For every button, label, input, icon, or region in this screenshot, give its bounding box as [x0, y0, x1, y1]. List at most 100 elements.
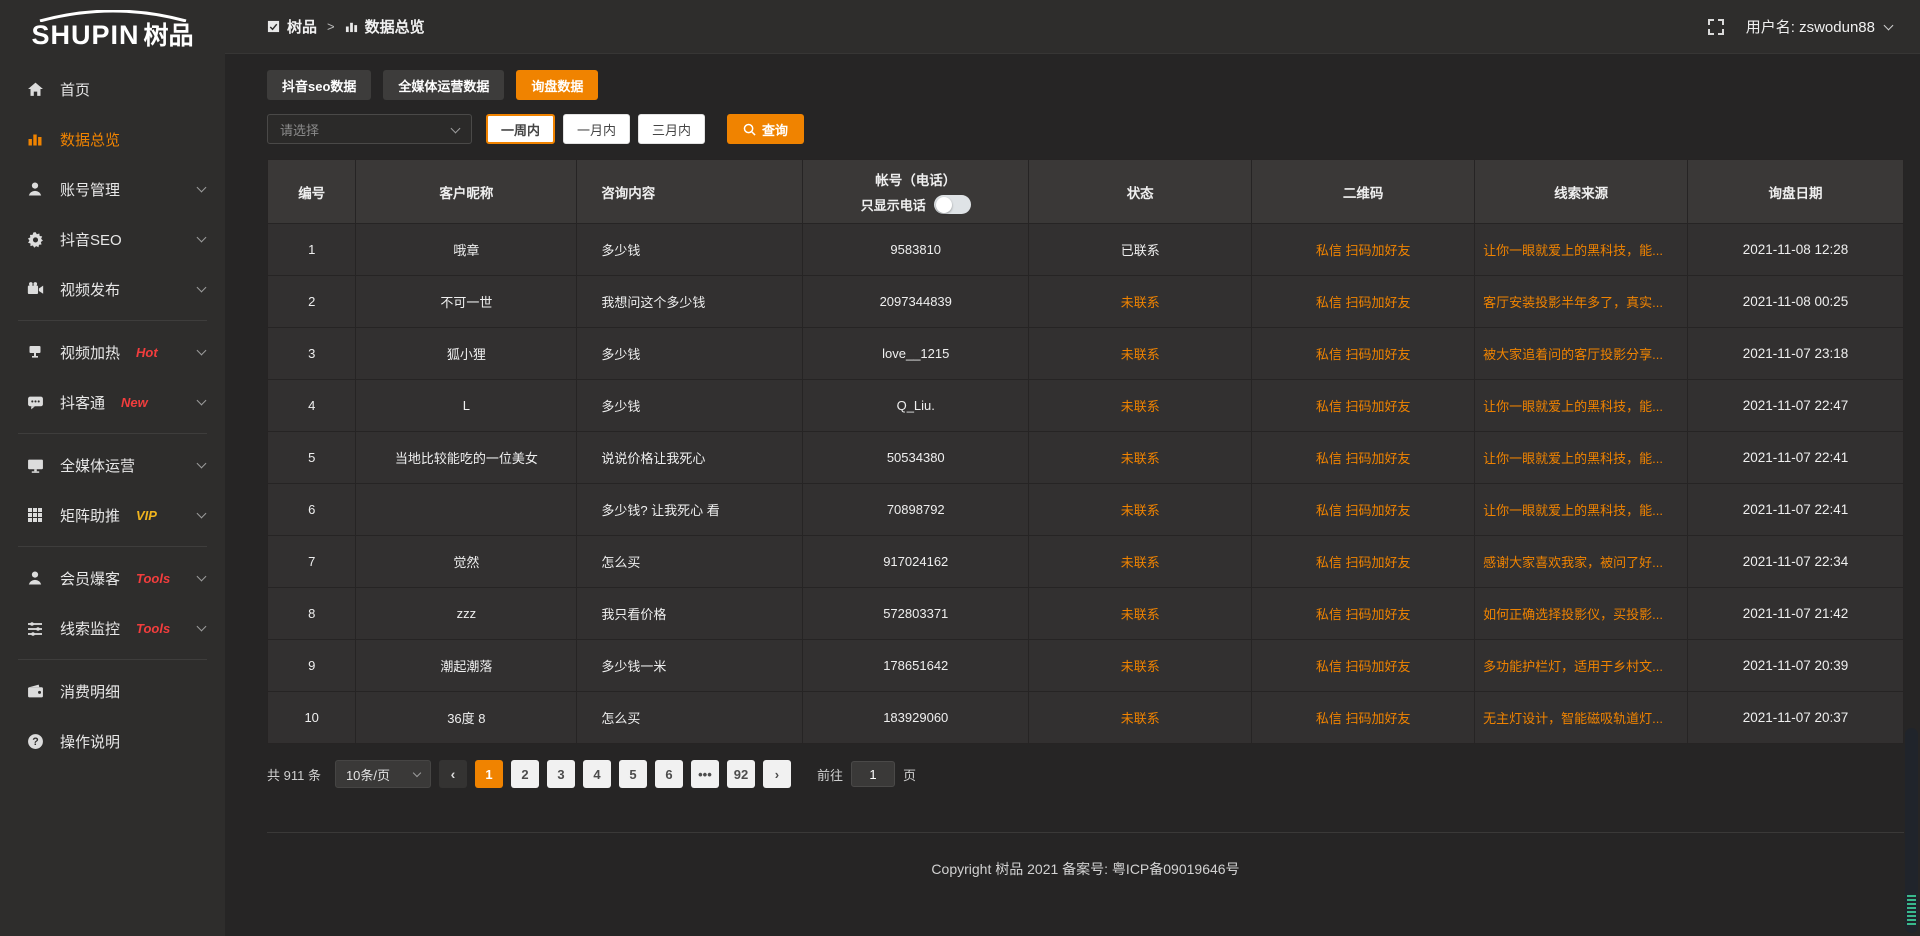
goto-page-input[interactable]	[851, 761, 895, 787]
chevron-down-icon	[413, 769, 421, 777]
page-ellipsis-button[interactable]: •••	[691, 760, 719, 788]
source-link[interactable]: 被大家追着问的客厅投影分享...	[1475, 328, 1688, 380]
cell-account: 2097344839	[803, 276, 1029, 328]
sidebar-item-spend-details[interactable]: 消费明细	[0, 666, 225, 716]
page-button-5[interactable]: 5	[619, 760, 647, 788]
cell-no: 3	[268, 328, 356, 380]
page-button-2[interactable]: 2	[511, 760, 539, 788]
data-tabs: 抖音seo数据 全媒体运营数据 询盘数据	[267, 70, 1904, 100]
chevron-down-icon	[197, 571, 207, 581]
page-size-select[interactable]: 10条/页	[335, 760, 431, 788]
sidebar-item-lead-monitor[interactable]: 线索监控 Tools	[0, 603, 225, 653]
source-link[interactable]: 无主灯设计，智能磁吸轨道灯...	[1475, 692, 1688, 744]
qr-links[interactable]: 私信 扫码加好友	[1252, 484, 1475, 536]
qr-links[interactable]: 私信 扫码加好友	[1252, 276, 1475, 328]
table-row: 5 当地比较能吃的一位美女 说说价格让我死心 50534380 未联系 私信 扫…	[268, 432, 1904, 484]
phone-only-toggle[interactable]	[934, 195, 971, 214]
source-link[interactable]: 让你一眼就爱上的黑科技，能...	[1475, 380, 1688, 432]
qr-links[interactable]: 私信 扫码加好友	[1252, 328, 1475, 380]
goto-label: 前往	[817, 765, 843, 784]
qr-links[interactable]: 私信 扫码加好友	[1252, 692, 1475, 744]
prev-page-button[interactable]: ‹	[439, 760, 467, 788]
sidebar-item-doukeTong[interactable]: 抖客通 New	[0, 377, 225, 427]
sidebar-divider	[18, 320, 207, 321]
page-scrollbar[interactable]	[1905, 728, 1918, 933]
hot-badge: Hot	[136, 345, 158, 360]
cell-nickname: 不可一世	[356, 276, 577, 328]
sidebar-item-data-overview[interactable]: 数据总览	[0, 114, 225, 164]
tab-omnimedia-data[interactable]: 全媒体运营数据	[383, 70, 504, 100]
cell-date: 2021-11-08 00:25	[1688, 276, 1904, 328]
qr-links[interactable]: 私信 扫码加好友	[1252, 640, 1475, 692]
filter-bar: 请选择 一周内 一月内 三月内 查询	[267, 114, 1904, 144]
sidebar-item-home[interactable]: 首页	[0, 64, 225, 114]
qr-links[interactable]: 私信 扫码加好友	[1252, 432, 1475, 484]
breadcrumb: 树品 > 数据总览	[267, 16, 425, 37]
range-one-week-button[interactable]: 一周内	[486, 114, 555, 144]
range-one-month-button[interactable]: 一月内	[563, 114, 630, 144]
breadcrumb-root[interactable]: 树品	[287, 16, 317, 37]
col-header-content: 咨询内容	[577, 160, 803, 224]
sidebar-item-douyin-seo[interactable]: 抖音SEO	[0, 214, 225, 264]
source-link[interactable]: 让你一眼就爱上的黑科技，能...	[1475, 224, 1688, 276]
sidebar-item-label: 账号管理	[60, 179, 120, 200]
qr-links[interactable]: 私信 扫码加好友	[1252, 224, 1475, 276]
tools-badge: Tools	[136, 571, 170, 586]
chevron-down-icon	[197, 621, 207, 631]
page-jump: 前往 页	[817, 761, 916, 787]
vip-badge: VIP	[136, 508, 157, 523]
bar-chart-icon	[26, 130, 44, 148]
tab-douyin-seo-data[interactable]: 抖音seo数据	[267, 70, 371, 100]
sidebar-item-matrix-boost[interactable]: 矩阵助推 VIP	[0, 490, 225, 540]
scrollbar-thumb[interactable]	[1907, 895, 1916, 927]
sidebar-item-video-publish[interactable]: 视频发布	[0, 264, 225, 314]
wallet-icon	[26, 682, 44, 700]
tools-badge: Tools	[136, 621, 170, 636]
copyright-text: Copyright 树品 2021 备案号: 粤ICP备09019646号	[931, 859, 1239, 910]
qr-links[interactable]: 私信 扫码加好友	[1252, 588, 1475, 640]
content-area: 抖音seo数据 全媒体运营数据 询盘数据 请选择 一周内 一月内 三月内 查询	[225, 54, 1920, 936]
source-link[interactable]: 让你一眼就爱上的黑科技，能...	[1475, 484, 1688, 536]
sidebar-item-instructions[interactable]: ? 操作说明	[0, 716, 225, 766]
page-button-3[interactable]: 3	[547, 760, 575, 788]
phone-only-label: 只显示电话	[861, 195, 926, 214]
range-three-months-button[interactable]: 三月内	[638, 114, 705, 144]
user-menu[interactable]: 用户名: zswodun88	[1746, 16, 1892, 37]
source-link[interactable]: 客厅安装投影半年多了，真实...	[1475, 276, 1688, 328]
page-button-6[interactable]: 6	[655, 760, 683, 788]
cell-content: 多少钱一米	[577, 640, 803, 692]
sidebar-item-label: 操作说明	[60, 731, 120, 752]
sidebar-item-account-management[interactable]: 账号管理	[0, 164, 225, 214]
grid-icon	[26, 506, 44, 524]
cell-nickname: 当地比较能吃的一位美女	[356, 432, 577, 484]
query-button[interactable]: 查询	[727, 114, 804, 144]
page-button-92[interactable]: 92	[727, 760, 755, 788]
source-link[interactable]: 让你一眼就爱上的黑科技，能...	[1475, 432, 1688, 484]
cell-account: 50534380	[803, 432, 1029, 484]
page-button-4[interactable]: 4	[583, 760, 611, 788]
sidebar-item-label: 数据总览	[60, 129, 120, 150]
sidebar-item-omnimedia[interactable]: 全媒体运营	[0, 440, 225, 490]
filter-select[interactable]: 请选择	[267, 114, 472, 144]
tab-inquiry-data[interactable]: 询盘数据	[516, 70, 598, 100]
source-link[interactable]: 如何正确选择投影仪，买投影...	[1475, 588, 1688, 640]
sidebar: SHUPIN树品 首页 数据总览 账号管理 抖音SEO	[0, 0, 225, 936]
main-column: 树品 > 数据总览 用户名: zswodun88 抖音seo数据 全媒体运营数据…	[225, 0, 1920, 936]
source-link[interactable]: 感谢大家喜欢我家，被问了好...	[1475, 536, 1688, 588]
source-link[interactable]: 多功能护栏灯，适用于乡村文...	[1475, 640, 1688, 692]
username-label: 用户名: zswodun88	[1746, 16, 1875, 37]
sidebar-item-member-burst[interactable]: 会员爆客 Tools	[0, 553, 225, 603]
sidebar-divider	[18, 433, 207, 434]
status-badge: 未联系	[1029, 588, 1252, 640]
page-button-1[interactable]: 1	[475, 760, 503, 788]
qr-links[interactable]: 私信 扫码加好友	[1252, 380, 1475, 432]
cell-date: 2021-11-07 22:41	[1688, 432, 1904, 484]
sidebar-item-label: 视频加热	[60, 342, 120, 363]
app-square-icon	[267, 20, 280, 33]
next-page-button[interactable]: ›	[763, 760, 791, 788]
sidebar-item-video-heat[interactable]: 视频加热 Hot	[0, 327, 225, 377]
qr-links[interactable]: 私信 扫码加好友	[1252, 536, 1475, 588]
fullscreen-icon[interactable]	[1708, 19, 1724, 35]
sidebar-item-label: 视频发布	[60, 279, 120, 300]
chevron-down-icon	[197, 345, 207, 355]
